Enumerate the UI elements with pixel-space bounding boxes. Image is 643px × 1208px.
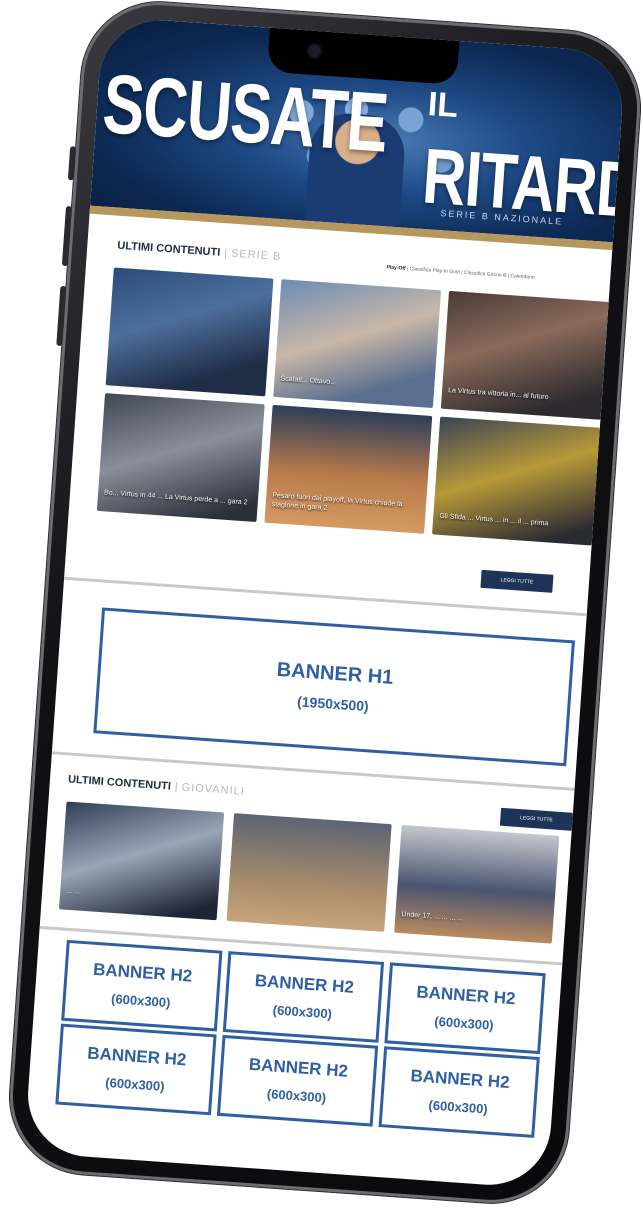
banner-label: BANNER H1: [276, 658, 395, 689]
section-title: ULTIMI CONTENUTI: [67, 773, 172, 793]
news-tile[interactable]: Under 17, ... ... ... ...: [394, 824, 560, 944]
news-caption: La Virtus tra vittoria in... al futuro: [447, 387, 549, 402]
giovanili-grid: ... ... Under 17, ... ... ... ...: [58, 801, 560, 944]
news-caption: Scafati... Ottavo...: [280, 375, 337, 387]
news-caption: Pesaro fuori dai playoff, la Virtus chiu…: [271, 492, 403, 512]
news-tile[interactable]: [226, 813, 392, 932]
news-caption: [234, 907, 380, 917]
section-title: ULTIMI CONTENUTI: [116, 239, 221, 259]
section-heading: ULTIMI CONTENUTI | SERIE B: [116, 239, 282, 264]
banner-label: BANNER H2: [248, 1054, 349, 1081]
banner-size: (600x300): [266, 1086, 327, 1106]
banner-size: (1950x500): [296, 693, 370, 715]
banner-h2[interactable]: BANNER H2 (600x300): [222, 951, 385, 1043]
section-subtitle: SERIE B: [230, 247, 282, 264]
read-all-button[interactable]: LEGGI TUTTE: [480, 569, 554, 593]
news-tile[interactable]: [105, 267, 274, 397]
banner-label: BANNER H2: [415, 982, 517, 1009]
giovanili-section: ULTIMI CONTENUTI | GIOVANILI LEGGI TUTTE .…: [39, 754, 574, 970]
banner-size: (600x300): [104, 1074, 166, 1094]
news-caption: ... ...: [65, 887, 81, 896]
banner-h2[interactable]: BANNER H2 (600x300): [378, 1046, 540, 1138]
banner-h2[interactable]: BANNER H2 (600x300): [55, 1023, 217, 1116]
news-tile[interactable]: ... ...: [58, 801, 225, 921]
news-tile[interactable]: Bo... Virtus in 44 ... La Virtus perde a…: [96, 393, 265, 523]
banner-label: BANNER H2: [92, 959, 193, 986]
news-caption: Gli Sfida ... Virtus ... in ... il ... p…: [439, 512, 549, 528]
banner-label: BANNER H2: [254, 971, 355, 997]
banner-h2[interactable]: BANNER H2 (600x300): [216, 1034, 379, 1127]
serie-b-grid: Scafati... Ottavo... La Virtus tra vitto…: [96, 267, 609, 546]
news-caption: Bo... Virtus in 44 ... La Virtus perde a…: [103, 489, 248, 507]
banner-size: (600x300): [433, 1013, 495, 1033]
section-links[interactable]: Play-Off | Classifica Play-In Gold | Cla…: [386, 264, 534, 280]
phone-screen: SCUSATE IL RITARDO SERIE B NAZIONALE ULT…: [23, 16, 627, 1189]
camera-icon: [308, 44, 321, 58]
banner-label: BANNER H2: [409, 1066, 511, 1093]
news-tile[interactable]: Pesaro fuori dai playoff, la Virtus chiu…: [264, 404, 433, 534]
section-subtitle: GIOVANILI: [181, 781, 246, 798]
phone-mockup: SCUSATE IL RITARDO SERIE B NAZIONALE ULT…: [4, 0, 643, 1208]
links-rest[interactable]: | Classifica Play-In Gold | Classifica G…: [407, 266, 535, 281]
banner-h1[interactable]: BANNER H1 (1950x500): [93, 607, 575, 767]
news-tile[interactable]: Scafati... Ottavo...: [273, 279, 442, 409]
news-caption: Under 17, ... ... ... ...: [401, 911, 464, 923]
read-all-button[interactable]: LEGGI TUTTE: [499, 807, 573, 831]
banner-size: (600x300): [428, 1097, 489, 1117]
serie-b-section: ULTIMI CONTENUTI | SERIE B Play-Off | Clas…: [64, 216, 612, 612]
banner-label: BANNER H2: [86, 1043, 188, 1070]
link-play-off[interactable]: Play-Off: [386, 264, 406, 271]
news-tile[interactable]: La Virtus tra vittoria in... al futuro: [440, 290, 609, 420]
banner-size: (600x300): [110, 991, 171, 1011]
banner-h2[interactable]: BANNER H2 (600x300): [61, 939, 223, 1032]
banner-size: (600x300): [272, 1002, 333, 1022]
banner-h2[interactable]: BANNER H2 (600x300): [384, 962, 546, 1055]
news-tile[interactable]: Gli Sfida ... Virtus ... in ... il ... p…: [432, 416, 600, 546]
news-caption: [113, 372, 261, 382]
section-heading: ULTIMI CONTENUTI | GIOVANILI: [67, 773, 246, 798]
hero-title-il: IL: [426, 85, 460, 126]
